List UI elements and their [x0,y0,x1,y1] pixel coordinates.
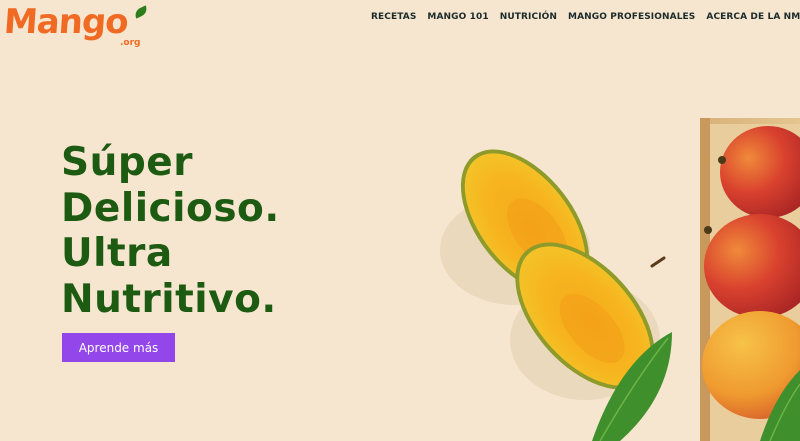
hero-headline: Súper Delicioso. Ultra Nutritivo. [61,140,280,322]
nav-item-acerca-nmb[interactable]: ACERCA DE LA NMB [706,12,800,22]
nav-item-nutricion[interactable]: NUTRICIÓN [500,12,557,22]
brand-logo[interactable]: Mango .org [2,2,154,52]
mango-hero-image [440,118,800,441]
learn-more-button[interactable]: Aprende más [62,333,175,362]
logo-suffix: .org [120,38,141,48]
headline-line-2: Delicioso. [61,185,280,231]
leaf-icon [132,5,150,19]
logo-text: Mango [2,2,130,42]
headline-line-3: Ultra [61,231,173,276]
headline-line-1: Súper [61,140,193,185]
nav-item-recetas[interactable]: RECETAS [371,12,416,22]
nav-item-mango-profesionales[interactable]: MANGO PROFESIONALES [568,12,695,22]
main-nav: RECETAS MANGO 101 NUTRICIÓN MANGO PROFES… [371,12,800,22]
nav-item-mango-101[interactable]: MANGO 101 [427,12,488,22]
headline-line-4: Nutritivo. [61,276,277,322]
